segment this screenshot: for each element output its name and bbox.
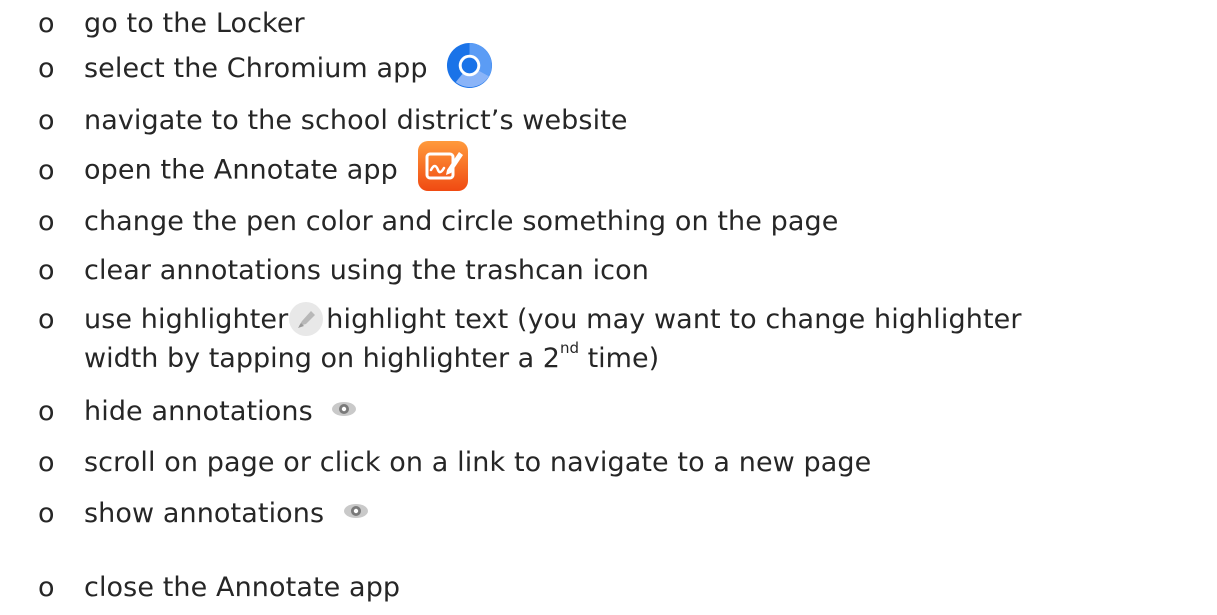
list-item-continuation: width by tapping on highlighter a 2nd ti… [84,339,659,379]
step-text: show annotations [84,498,325,529]
step-text: clear annotations using the trashcan ico… [84,255,649,286]
bullet: o [38,304,55,335]
list-item: o select the Chromium app [38,42,493,89]
step-text: go to the Locker [84,8,305,39]
list-item: o go to the Locker [38,4,305,44]
bullet: o [38,8,55,39]
bullet: o [38,447,55,478]
list-item: o use highlighter highlight text (you may… [38,300,1022,340]
step-text: close the Annotate app [84,572,401,603]
step-text: hide annotations [84,396,313,427]
list-item: o clear annotations using the trashcan ic… [38,251,649,291]
step-text: use highlighter [84,304,289,335]
chromium-icon [447,42,493,89]
eye-icon [332,401,357,416]
annotate-app-icon [417,141,468,191]
step-text: change the pen color and circle somethin… [84,206,839,237]
step-text: navigate to the school district’s websit… [84,105,628,136]
eye-icon [343,503,368,518]
list-item: o close the Annotate app [38,568,400,608]
bullet: o [38,53,55,84]
bullet: o [38,255,55,286]
highlighter-icon [289,301,324,336]
list-item: o scroll on page or click on a link to na… [38,443,871,483]
bullet: o [38,396,55,427]
list-item: o open the Annotate app [38,141,469,192]
bullet: o [38,206,55,237]
step-text: scroll on page or click on a link to nav… [84,447,872,478]
list-item: o show annotations [38,494,369,534]
list-item: o change the pen color and circle somethi… [38,202,839,242]
list-item: o hide annotations [38,392,357,432]
bullet: o [38,572,55,603]
bullet: o [38,154,55,186]
bullet: o [38,105,55,136]
step-text: select the Chromium app [84,53,428,84]
step-text: open the Annotate app [84,154,398,186]
list-item: o navigate to the school district’s websi… [38,101,628,141]
step-text: time) [579,343,660,374]
bullet: o [38,498,55,529]
step-text: highlight text (you may want to change h… [326,304,1022,335]
ordinal-suffix: nd [559,339,579,357]
step-text: width by tapping on highlighter a 2 [84,343,560,374]
